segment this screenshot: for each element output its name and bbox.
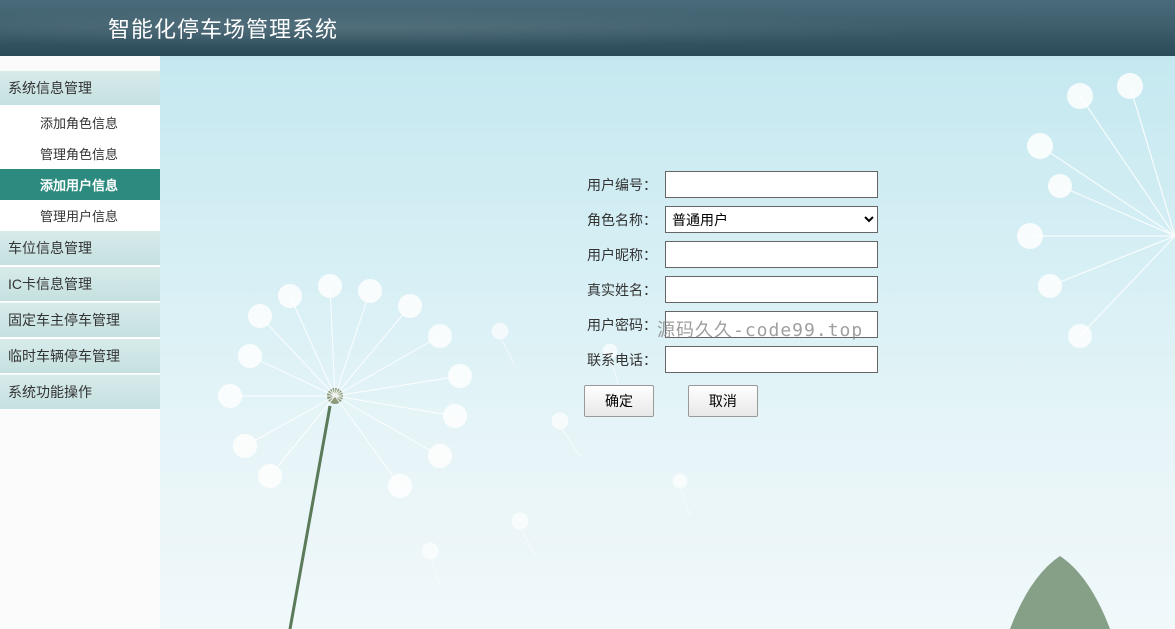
menu-group-ic-card: IC卡信息管理 xyxy=(0,267,160,302)
input-real-name[interactable] xyxy=(665,276,878,303)
label-role-name: 角色名称： xyxy=(580,210,665,230)
form-row-phone: 联系电话： xyxy=(580,346,1175,373)
menu-group-parking-space: 车位信息管理 xyxy=(0,231,160,266)
ok-button[interactable]: 确定 xyxy=(584,385,654,417)
menu-group-system-ops: 系统功能操作 xyxy=(0,375,160,410)
watermark-text: 源码久久-code99.top xyxy=(657,316,863,342)
label-nickname: 用户昵称： xyxy=(580,245,665,265)
main-content: 源码久久-code99.top 用户编号： 角色名称： 普通用户 用户昵称： 真… xyxy=(160,56,1175,629)
menu-item-add-role[interactable]: 添加角色信息 xyxy=(0,107,160,138)
label-user-id: 用户编号： xyxy=(580,175,665,195)
menu-item-manage-user[interactable]: 管理用户信息 xyxy=(0,200,160,231)
input-phone[interactable] xyxy=(665,346,878,373)
form-row-user-id: 用户编号： xyxy=(580,171,1175,198)
menu-header-fixed-owner[interactable]: 固定车主停车管理 xyxy=(0,303,160,338)
form-row-nickname: 用户昵称： xyxy=(580,241,1175,268)
form-row-role-name: 角色名称： 普通用户 xyxy=(580,206,1175,233)
form-row-real-name: 真实姓名： xyxy=(580,276,1175,303)
label-phone: 联系电话： xyxy=(580,350,665,370)
app-title: 智能化停车场管理系统 xyxy=(108,12,338,44)
menu-item-manage-role[interactable]: 管理角色信息 xyxy=(0,138,160,169)
main-container: 系统信息管理 添加角色信息 管理角色信息 添加用户信息 管理用户信息 车位信息管… xyxy=(0,56,1175,629)
menu-group-fixed-owner: 固定车主停车管理 xyxy=(0,303,160,338)
user-form: 用户编号： 角色名称： 普通用户 用户昵称： 真实姓名： 用户密码： xyxy=(160,56,1175,417)
input-nickname[interactable] xyxy=(665,241,878,268)
menu-item-add-user[interactable]: 添加用户信息 xyxy=(0,169,160,200)
cancel-button[interactable]: 取消 xyxy=(688,385,758,417)
menu-header-system-info[interactable]: 系统信息管理 xyxy=(0,71,160,106)
button-row: 确定 取消 xyxy=(580,385,1175,417)
menu-header-temp-vehicle[interactable]: 临时车辆停车管理 xyxy=(0,339,160,374)
menu-group-system-info: 系统信息管理 添加角色信息 管理角色信息 添加用户信息 管理用户信息 xyxy=(0,71,160,231)
app-header: 智能化停车场管理系统 xyxy=(0,0,1175,56)
menu-header-ic-card[interactable]: IC卡信息管理 xyxy=(0,267,160,302)
select-role-name[interactable]: 普通用户 xyxy=(665,206,878,233)
label-password: 用户密码： xyxy=(580,315,665,335)
menu-items: 添加角色信息 管理角色信息 添加用户信息 管理用户信息 xyxy=(0,107,160,231)
sidebar: 系统信息管理 添加角色信息 管理角色信息 添加用户信息 管理用户信息 车位信息管… xyxy=(0,56,160,629)
input-user-id[interactable] xyxy=(665,171,878,198)
label-real-name: 真实姓名： xyxy=(580,280,665,300)
menu-header-parking-space[interactable]: 车位信息管理 xyxy=(0,231,160,266)
menu-group-temp-vehicle: 临时车辆停车管理 xyxy=(0,339,160,374)
menu-header-system-ops[interactable]: 系统功能操作 xyxy=(0,375,160,410)
